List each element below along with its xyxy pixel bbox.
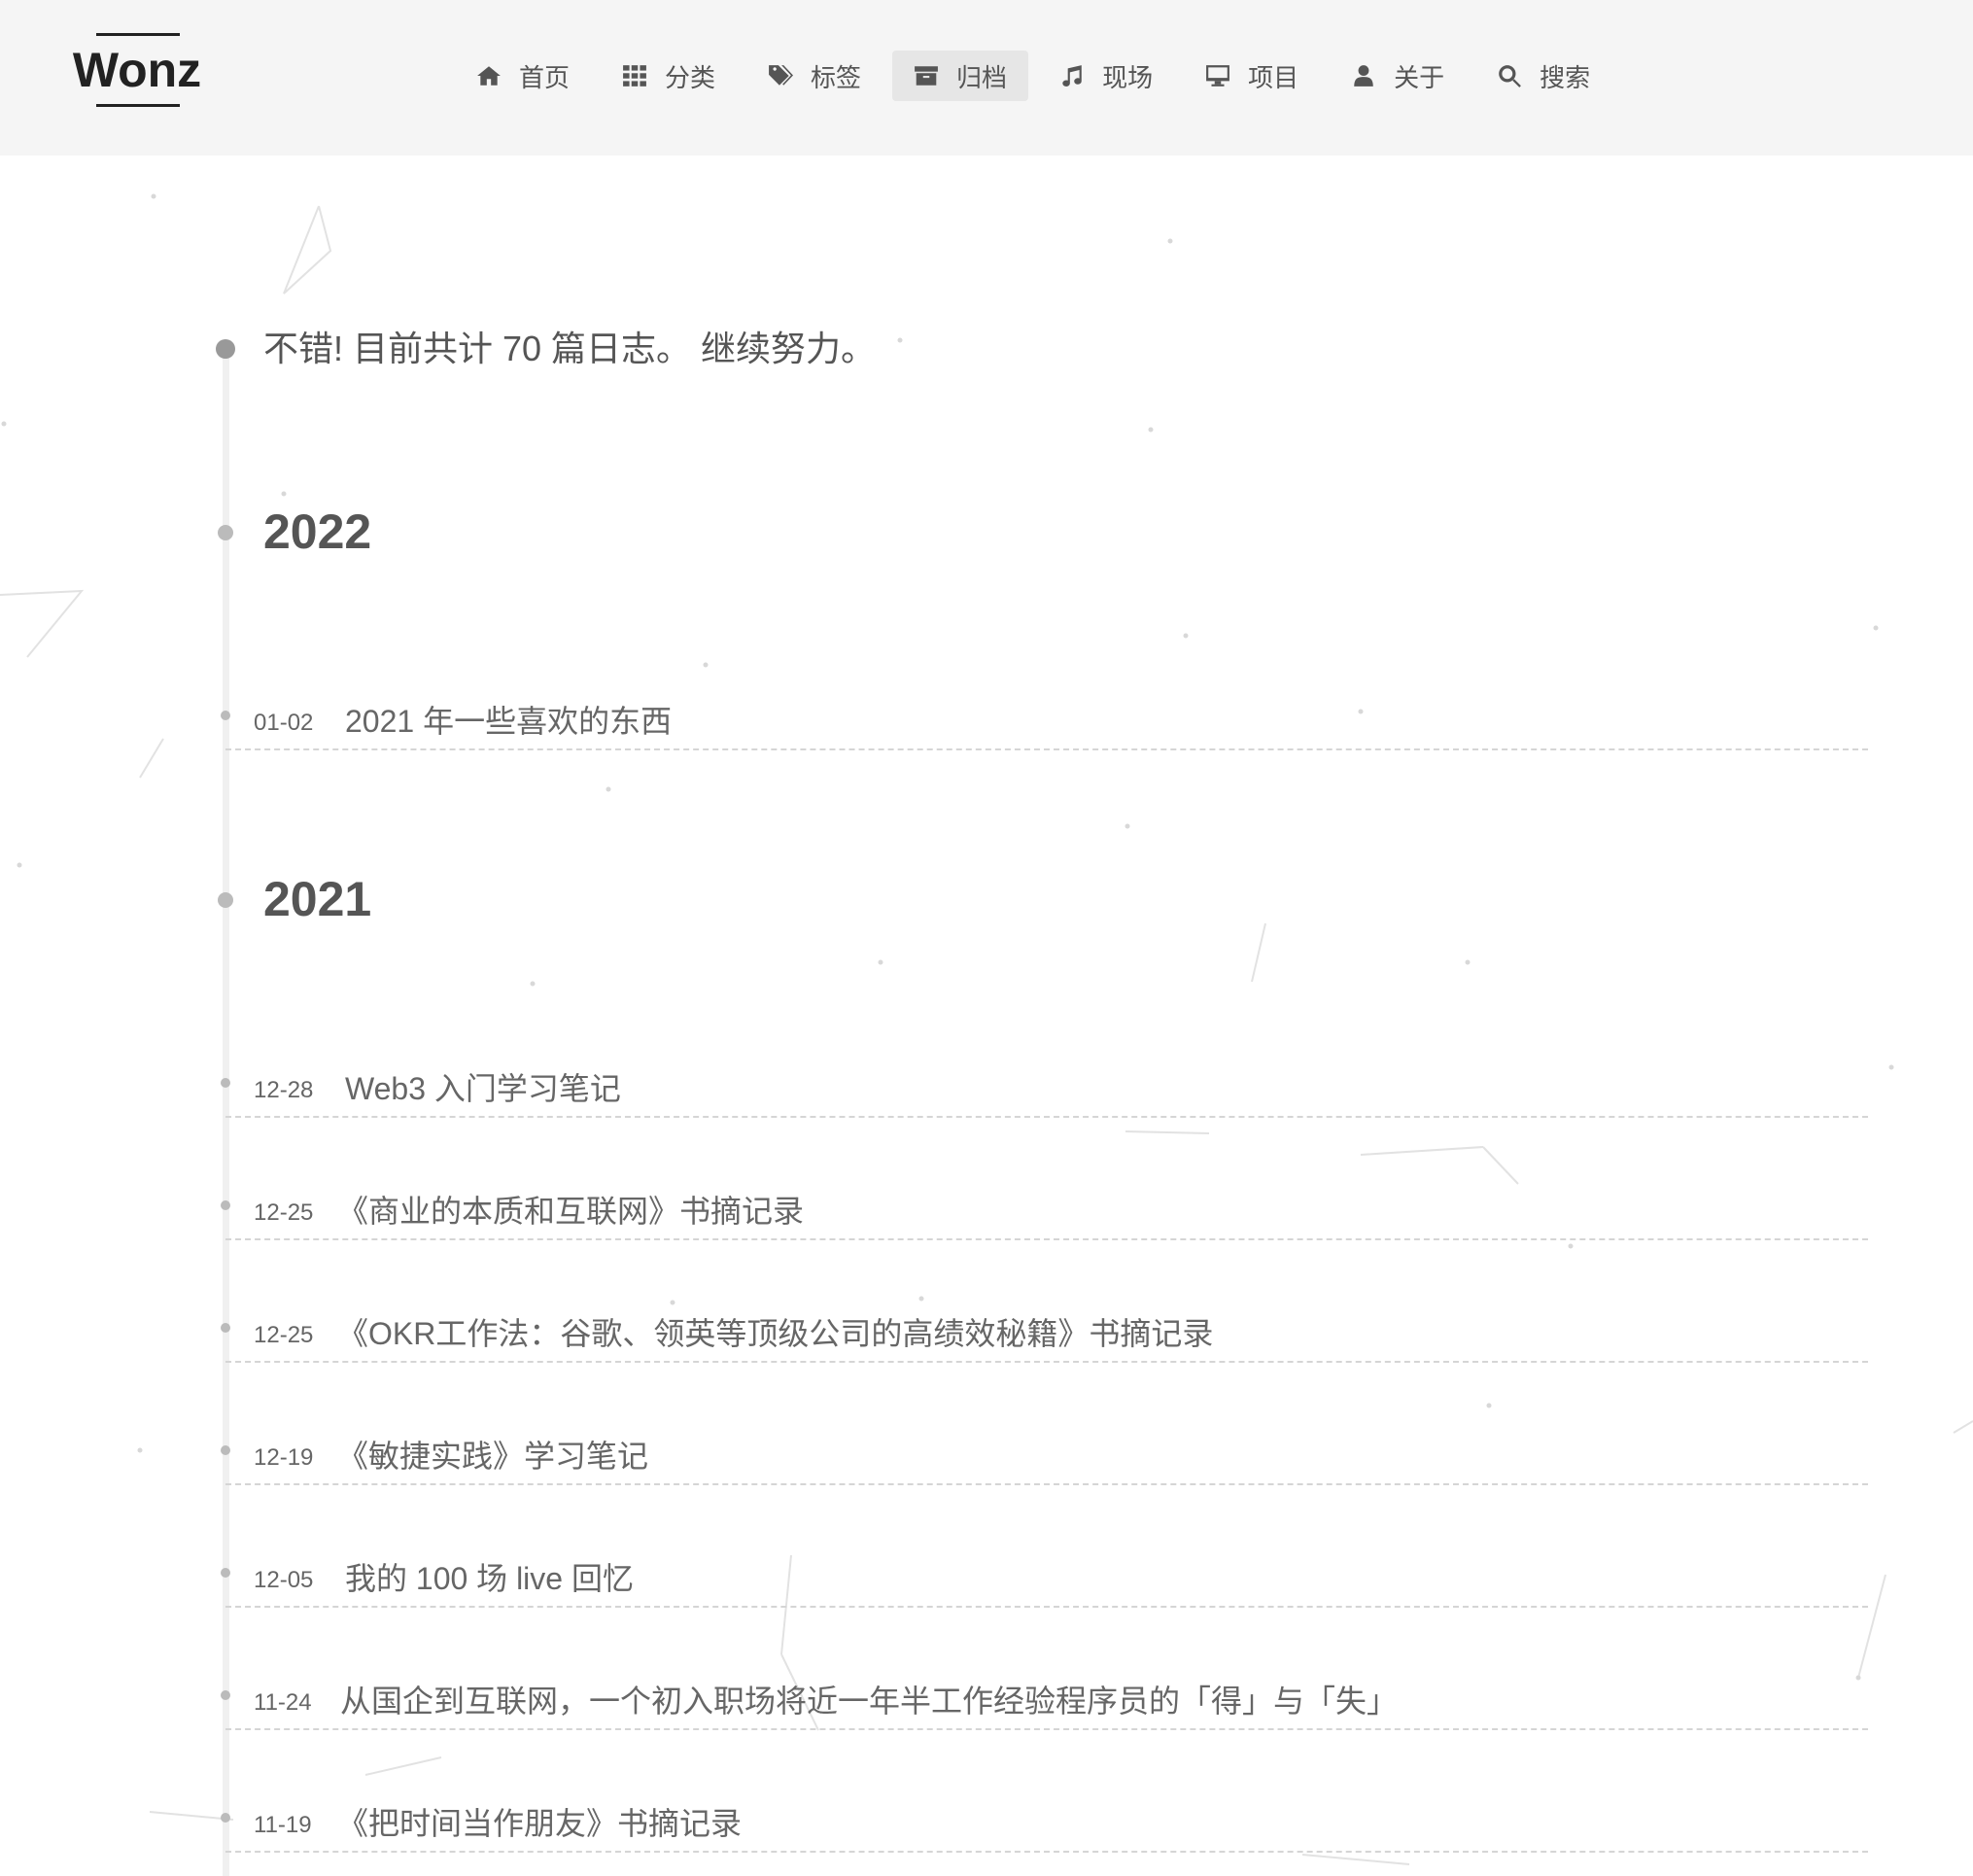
timeline-dot <box>218 892 233 908</box>
year-heading: 2021 <box>263 872 372 926</box>
post-date: 11-24 <box>254 1689 312 1716</box>
post-item[interactable]: 12-25 《商业的本质和互联网》书摘记录 <box>225 1190 1868 1240</box>
nav-label: 关于 <box>1394 62 1445 92</box>
post-item[interactable]: 11-19 《把时间当作朋友》书摘记录 <box>225 1802 1868 1853</box>
post-date: 01-02 <box>254 710 314 736</box>
nav-item-projects[interactable]: 项目 <box>1184 51 1320 101</box>
tags-icon <box>769 65 794 86</box>
home-icon <box>477 66 501 86</box>
site-header: Wonz 首页 分类 标签 归档 现场 项目 关于 搜索 <box>0 0 1973 156</box>
post-title-link[interactable]: 《商业的本质和互联网》书摘记录 <box>337 1187 804 1232</box>
music-icon <box>1062 65 1082 87</box>
logo-text[interactable]: Wonz <box>73 42 201 98</box>
timeline-dot <box>216 339 235 359</box>
nav-label: 搜索 <box>1540 62 1591 92</box>
post-date: 12-19 <box>254 1444 314 1471</box>
post-item[interactable]: 12-25 《OKR工作法：谷歌、领英等顶级公司的高绩效秘籍》书摘记录 <box>225 1312 1868 1363</box>
nav-label: 现场 <box>1102 62 1154 92</box>
nav-label: 归档 <box>956 62 1008 92</box>
archive-total: 不错! 目前共计 70 篇日志。 继续努力。 <box>263 329 877 368</box>
nav-item-about[interactable]: 关于 <box>1330 51 1466 101</box>
archive-timeline: 不错! 目前共计 70 篇日志。 继续努力。 2022 01-02 2021 年… <box>0 0 1973 1876</box>
post-item[interactable]: 01-02 2021 年一些喜欢的东西 <box>225 700 1868 750</box>
post-date: 12-05 <box>254 1567 314 1593</box>
nav-item-tags[interactable]: 标签 <box>746 51 883 101</box>
grid-icon <box>623 65 646 87</box>
nav-item-categories[interactable]: 分类 <box>601 51 737 101</box>
nav-label: 首页 <box>519 62 571 92</box>
year-heading: 2022 <box>263 504 372 559</box>
nav-item-search[interactable]: 搜索 <box>1475 51 1611 101</box>
post-item[interactable]: 11-24 从国企到互联网，一个初入职场将近一年半工作经验程序员的「得」与「失」 <box>225 1680 1868 1730</box>
post-date: 12-25 <box>254 1322 314 1348</box>
post-item[interactable]: 12-19 《敏捷实践》学习笔记 <box>225 1435 1868 1485</box>
post-item[interactable]: 12-05 我的 100 场 live 回忆 <box>225 1557 1868 1608</box>
post-title-link[interactable]: 我的 100 场 live 回忆 <box>345 1554 634 1599</box>
archive-icon <box>915 66 938 86</box>
post-title-link[interactable]: 从国企到互联网，一个初入职场将近一年半工作经验程序员的「得」与「失」 <box>340 1677 1398 1721</box>
desktop-icon <box>1206 65 1229 87</box>
post-date: 11-19 <box>254 1812 312 1838</box>
post-item[interactable]: 12-28 Web3 入门学习笔记 <box>225 1067 1868 1118</box>
nav-item-home[interactable]: 首页 <box>455 51 591 101</box>
timeline-dot <box>218 525 233 540</box>
post-title-link[interactable]: 《把时间当作朋友》书摘记录 <box>337 1799 742 1844</box>
site-logo[interactable]: Wonz <box>73 33 201 107</box>
nav-item-live[interactable]: 现场 <box>1038 51 1174 101</box>
post-title-link[interactable]: 《敏捷实践》学习笔记 <box>337 1432 648 1476</box>
search-icon <box>1499 65 1522 87</box>
user-icon <box>1354 65 1373 87</box>
nav-label: 标签 <box>811 62 862 92</box>
nav-label: 项目 <box>1248 62 1299 92</box>
post-title-link[interactable]: 《OKR工作法：谷歌、领英等顶级公司的高绩效秘籍》书摘记录 <box>337 1309 1213 1354</box>
post-title-link[interactable]: 2021 年一些喜欢的东西 <box>345 697 672 742</box>
post-date: 12-28 <box>254 1077 314 1103</box>
nav-label: 分类 <box>665 62 716 92</box>
post-title-link[interactable]: Web3 入门学习笔记 <box>345 1064 621 1109</box>
main-nav: 首页 分类 标签 归档 现场 项目 关于 搜索 <box>455 51 1611 101</box>
nav-item-archives[interactable]: 归档 <box>892 51 1029 101</box>
post-date: 12-25 <box>254 1199 314 1226</box>
